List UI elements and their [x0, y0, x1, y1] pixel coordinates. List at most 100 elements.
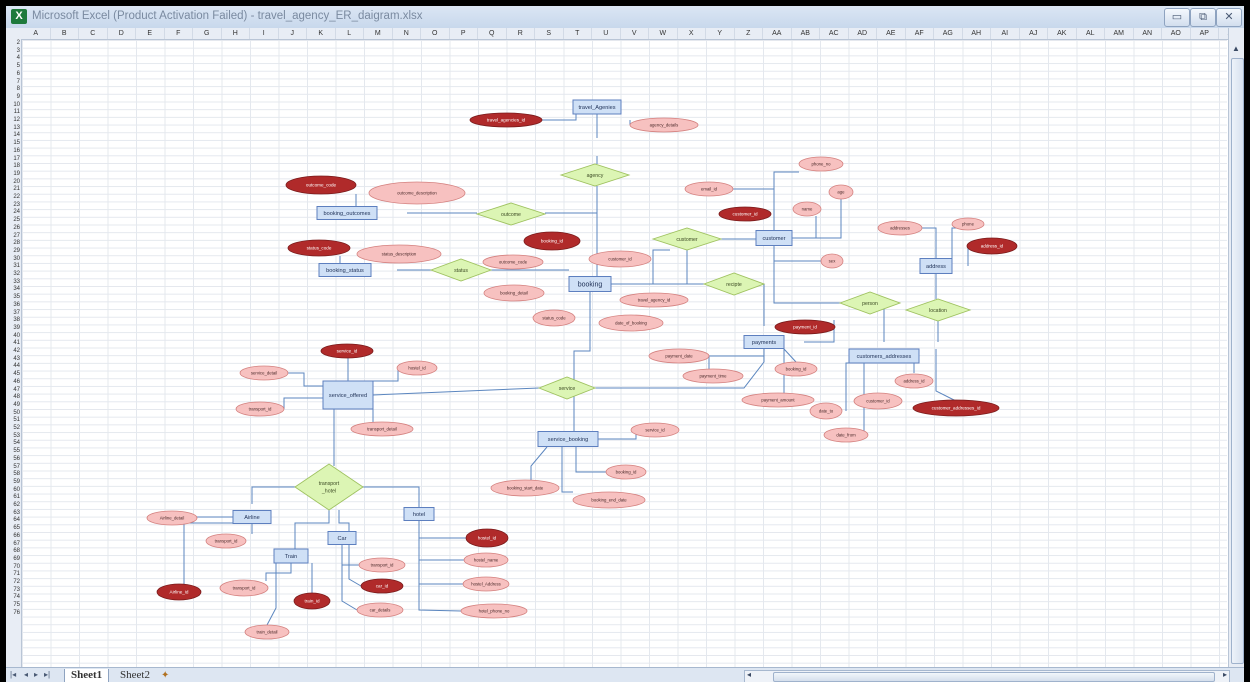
- attribute-hotel-phone-no[interactable]: hotel_phone_no: [460, 603, 528, 619]
- scroll-right-icon[interactable]: ▸: [1223, 670, 1227, 679]
- horizontal-scrollbar[interactable]: ◂ ▸: [744, 670, 1230, 682]
- entity-travel-agencies[interactable]: travel_Agenies: [572, 99, 622, 115]
- attribute-payment-id[interactable]: payment_id: [774, 319, 836, 335]
- attribute-addresses[interactable]: addresses: [877, 220, 923, 236]
- attribute-date-from[interactable]: date_from: [823, 427, 869, 443]
- relationship-location[interactable]: location: [904, 298, 972, 322]
- relationship-status[interactable]: status: [429, 258, 493, 282]
- attribute-airline-id[interactable]: Airline_id: [156, 583, 202, 601]
- entity-booking[interactable]: booking: [568, 276, 612, 292]
- relationship-transport-hotel[interactable]: transport_hotel: [294, 463, 364, 511]
- attribute-status-code-b[interactable]: status_code: [532, 309, 576, 327]
- relationship-agency[interactable]: agency: [559, 163, 631, 187]
- attribute-transport-id-c[interactable]: transport_id: [358, 557, 406, 573]
- relationship-recipte[interactable]: recipte: [702, 272, 766, 296]
- attribute-outcome-description[interactable]: outcome_description: [368, 181, 466, 205]
- entity-car[interactable]: Car: [327, 531, 357, 545]
- attribute-hostel-id-so[interactable]: hostel_id: [396, 360, 438, 376]
- attribute-phone[interactable]: phone: [951, 217, 985, 231]
- attribute-transport-id-a[interactable]: transport_id: [205, 533, 247, 549]
- entity-customer[interactable]: customer: [755, 230, 793, 246]
- entity-hotel[interactable]: hotel: [403, 507, 435, 521]
- attribute-customer-addresses-id[interactable]: customer_addresses_id: [912, 399, 1000, 417]
- relationship-outcome[interactable]: outcome: [475, 202, 547, 226]
- attribute-outcome-code-b[interactable]: outcome_code: [482, 254, 544, 270]
- attribute-status-description[interactable]: status_description: [356, 244, 442, 264]
- diagram-label: addresses: [890, 226, 910, 231]
- attribute-customer-id-b[interactable]: customer_id: [588, 250, 652, 268]
- relationship-service[interactable]: service: [537, 376, 597, 400]
- relationship-person[interactable]: person: [838, 291, 902, 315]
- attribute-service-id[interactable]: service_id: [320, 343, 374, 359]
- diagram-label: date_of_booking: [615, 321, 647, 326]
- diagram-label: payment_id: [793, 325, 817, 330]
- entity-booking-status[interactable]: booking_status: [318, 263, 372, 277]
- attribute-customer-id[interactable]: customer_id: [718, 206, 772, 222]
- scroll-left-icon[interactable]: ◂: [747, 670, 751, 679]
- attribute-transport-detail[interactable]: transport_detail: [350, 421, 414, 437]
- relationship-customer-rel[interactable]: customer: [651, 227, 723, 251]
- attribute-transport-id-t[interactable]: transport_id: [219, 579, 269, 597]
- attribute-agency-details[interactable]: agency_details: [629, 117, 699, 133]
- entity-address[interactable]: address: [919, 258, 953, 274]
- diagram-label: address: [926, 264, 946, 270]
- attribute-name[interactable]: name: [792, 201, 822, 217]
- diagram-label: booking_id: [541, 239, 564, 244]
- attribute-car-details[interactable]: car_details: [356, 602, 404, 618]
- vertical-scroll-thumb[interactable]: [1231, 58, 1244, 664]
- first-sheet-icon[interactable]: |◂: [10, 670, 16, 679]
- attribute-sex[interactable]: sex: [820, 253, 844, 269]
- attribute-customer-id-ca[interactable]: customer_id: [853, 392, 903, 410]
- attribute-date-of-booking[interactable]: date_of_booking: [598, 314, 664, 332]
- attribute-airline-detail[interactable]: Airline_detail: [146, 510, 198, 526]
- attribute-booking-detail[interactable]: booking_detail: [483, 284, 545, 302]
- attribute-age[interactable]: age: [828, 184, 854, 200]
- attribute-address-id[interactable]: address_id: [966, 237, 1018, 255]
- attribute-car-id[interactable]: car_id: [360, 578, 404, 594]
- attribute-payment-amount[interactable]: payment_amount: [741, 392, 815, 408]
- attribute-phone-no[interactable]: phone_no: [798, 156, 844, 172]
- attribute-payment-date[interactable]: payment_date: [648, 348, 710, 364]
- attribute-train-id[interactable]: train_id: [293, 592, 331, 610]
- diagram-label: service: [559, 386, 576, 392]
- attribute-transport-id-so[interactable]: transport_id: [235, 401, 285, 417]
- prev-sheet-icon[interactable]: ◂: [24, 670, 28, 679]
- attribute-hostel-id[interactable]: hostel_id: [465, 528, 509, 548]
- entity-payments[interactable]: payments: [743, 335, 785, 349]
- attribute-travel-agencies-id[interactable]: travel_agencies_id: [469, 112, 543, 128]
- next-sheet-icon[interactable]: ▸: [34, 670, 38, 679]
- attribute-travel-agency-id[interactable]: travel_agency_id: [619, 292, 689, 308]
- vertical-scrollbar[interactable]: ▲: [1228, 28, 1244, 668]
- sheet-tab-sheet1[interactable]: Sheet1: [64, 669, 110, 682]
- insert-sheet-icon[interactable]: ✦: [161, 669, 169, 682]
- entity-train[interactable]: Train: [273, 548, 309, 564]
- attribute-address-id-ca[interactable]: address_id: [894, 373, 934, 389]
- attribute-date-to[interactable]: date_to: [809, 402, 843, 420]
- attribute-status-code[interactable]: status_code: [287, 239, 351, 257]
- attribute-hostel-address[interactable]: hostel_Address: [462, 576, 510, 592]
- scroll-up-icon[interactable]: ▲: [1232, 44, 1240, 53]
- horizontal-scroll-thumb[interactable]: [773, 672, 1215, 682]
- entity-customers-addresses[interactable]: customers_addresses: [848, 348, 920, 364]
- entity-service-booking[interactable]: service_booking: [537, 431, 599, 447]
- attribute-outcome-code[interactable]: outcome_code: [285, 175, 357, 195]
- attribute-booking-start-date[interactable]: booking_start_date: [490, 479, 560, 497]
- last-sheet-icon[interactable]: ▸|: [44, 670, 50, 679]
- diagram-label: hotel: [413, 512, 425, 518]
- entity-booking-outcomes[interactable]: booking_outcomes: [316, 206, 378, 220]
- connector-line-42: [783, 348, 797, 363]
- entity-service-offered[interactable]: service_offered: [322, 380, 374, 410]
- attribute-service-detail[interactable]: service_detail: [239, 365, 289, 381]
- entity-airline[interactable]: Airline: [232, 510, 272, 524]
- attribute-booking-end-date[interactable]: booking_end_date: [572, 491, 646, 509]
- diagram-label: Airline_detail: [160, 516, 185, 521]
- attribute-payment-time[interactable]: payment_time: [682, 368, 744, 384]
- attribute-hostel-name[interactable]: hostel_name: [463, 552, 509, 568]
- attribute-booking-id-sb[interactable]: booking_id: [605, 464, 647, 480]
- sheet-tab-sheet2[interactable]: Sheet2: [116, 669, 154, 682]
- attribute-booking-id-p[interactable]: booking_id: [774, 361, 818, 377]
- attribute-service-id-sb[interactable]: service_id: [630, 422, 680, 438]
- attribute-booking-id[interactable]: booking_id: [523, 231, 581, 251]
- attribute-email-id[interactable]: email_id: [684, 181, 734, 197]
- attribute-train-detail[interactable]: train_detail: [244, 624, 290, 640]
